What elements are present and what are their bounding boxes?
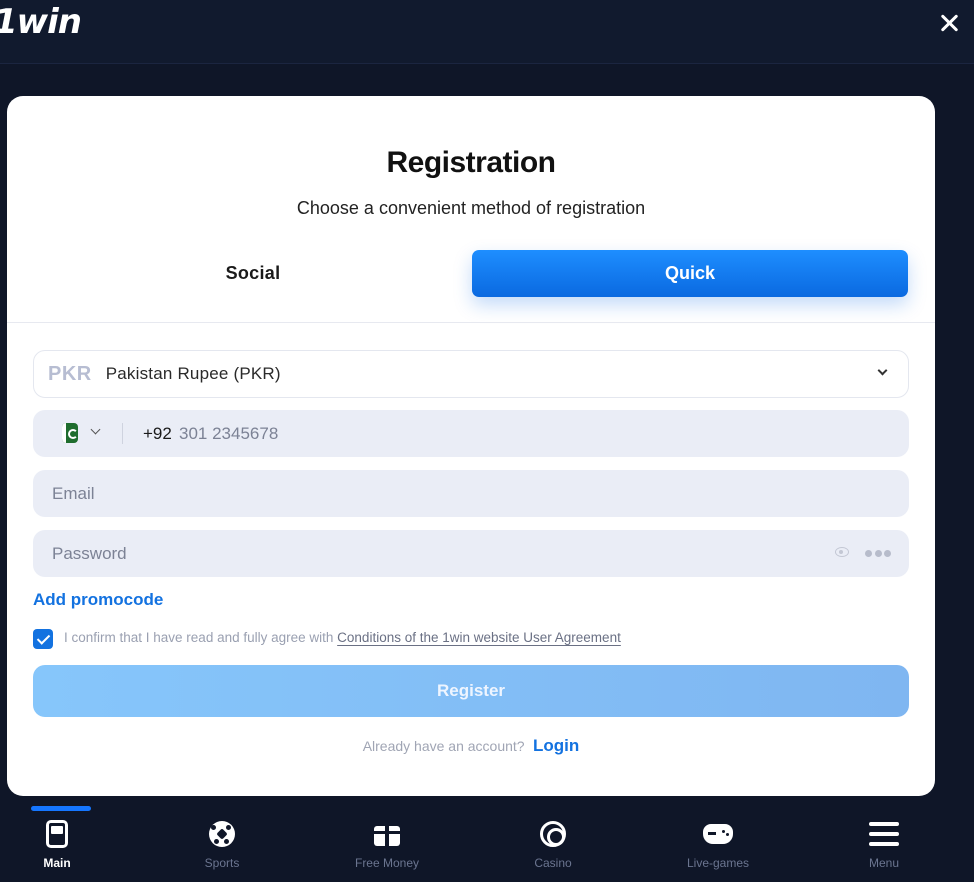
login-link[interactable]: Login: [533, 736, 579, 755]
register-button[interactable]: Register: [33, 665, 909, 717]
email-field: [33, 470, 909, 517]
nav-item-live-games[interactable]: Live-games: [658, 806, 778, 882]
nav-label: Sports: [204, 856, 240, 870]
site-logo[interactable]: 1win: [0, 2, 82, 42]
hamburger-menu-icon: [869, 822, 899, 846]
phone-icon: [46, 820, 68, 848]
modal-title: Registration: [386, 146, 556, 179]
nav-label: Live-games: [686, 856, 750, 870]
phone-field: +92: [33, 410, 909, 457]
login-prompt: Already have an account?: [362, 738, 525, 754]
gamepad-icon: [703, 824, 733, 844]
nav-item-menu[interactable]: Menu: [824, 806, 944, 882]
country-chevron-down-icon[interactable]: [90, 424, 101, 435]
nav-label: Menu: [868, 856, 900, 870]
currency-code: PKR: [48, 362, 92, 385]
pakistan-flag-icon[interactable]: [62, 423, 78, 443]
gift-icon: [374, 820, 400, 846]
nav-item-sports[interactable]: Sports: [162, 806, 282, 882]
currency-name: Pakistan Rupee (PKR): [105, 364, 281, 383]
agreement-text: I confirm that I have read and fully agr…: [64, 630, 621, 645]
top-bar: 1win: [0, 0, 974, 64]
bottom-nav: Main Sports Free Money Casino Live-games…: [0, 806, 974, 882]
separator: [122, 423, 123, 444]
registration-modal: Registration Choose a convenient method …: [7, 96, 935, 796]
agreement-checkbox[interactable]: [33, 629, 53, 649]
tab-quick[interactable]: Quick: [472, 250, 908, 297]
email-input[interactable]: [33, 470, 909, 517]
nav-item-main[interactable]: Main: [0, 806, 117, 882]
add-promocode-link[interactable]: Add promocode: [33, 590, 163, 610]
nav-item-casino[interactable]: Casino: [493, 806, 613, 882]
nav-label: Main: [43, 856, 71, 870]
casino-chip-icon: [540, 821, 566, 847]
agreement-label: I confirm that I have read and fully agr…: [64, 630, 334, 645]
divider: [7, 322, 935, 323]
currency-select[interactable]: PKR Pakistan Rupee (PKR): [33, 350, 909, 398]
nav-label: Free Money: [354, 856, 420, 870]
eye-icon[interactable]: [835, 547, 849, 557]
password-generate-icon[interactable]: [865, 550, 891, 557]
phone-input[interactable]: [179, 410, 879, 457]
modal-subtitle: Choose a convenient method of registrati…: [296, 198, 646, 218]
tab-social[interactable]: Social: [35, 250, 471, 297]
login-row: Already have an account? Login: [7, 736, 935, 756]
close-icon[interactable]: [936, 10, 962, 36]
user-agreement-link[interactable]: Conditions of the 1win website User Agre…: [337, 630, 621, 645]
chevron-down-icon: [877, 365, 888, 376]
nav-item-free-money[interactable]: Free Money: [327, 806, 447, 882]
password-input[interactable]: [33, 530, 909, 577]
password-field: [33, 530, 909, 577]
phone-prefix: +92: [143, 424, 172, 443]
soccer-ball-icon: [209, 821, 235, 847]
nav-label: Casino: [534, 856, 572, 870]
